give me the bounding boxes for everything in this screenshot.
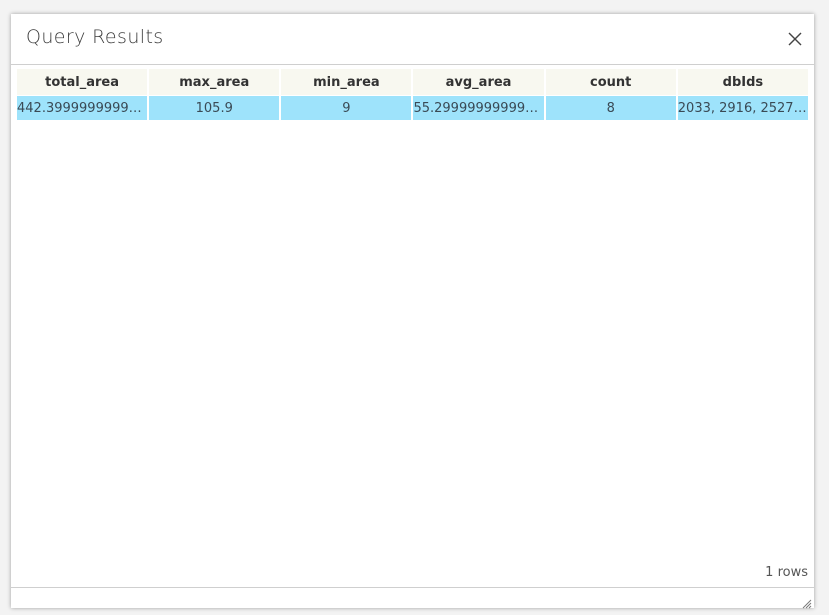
cell-max-area[interactable]: 105.9 bbox=[149, 95, 280, 120]
query-results-dialog: Query Results total_area max_area min_ar… bbox=[11, 14, 814, 609]
resize-grip-icon[interactable] bbox=[800, 594, 812, 609]
cell-avg-area[interactable]: 55.299999999999997 bbox=[413, 95, 544, 120]
column-header-total-area[interactable]: total_area bbox=[17, 69, 148, 95]
column-header-avg-area[interactable]: avg_area bbox=[413, 69, 544, 95]
dialog-titlebar[interactable]: Query Results bbox=[11, 14, 814, 65]
column-header-dbids[interactable]: dbIds bbox=[677, 69, 808, 95]
column-header-min-area[interactable]: min_area bbox=[281, 69, 412, 95]
row-count-label: 1 rows bbox=[765, 565, 808, 580]
dialog-title: Query Results bbox=[26, 26, 164, 48]
table-header-row: total_area max_area min_area avg_area co… bbox=[17, 69, 808, 95]
table-row[interactable]: 442.39999999999998 105.9 9 55.2999999999… bbox=[17, 95, 808, 120]
column-header-count[interactable]: count bbox=[545, 69, 676, 95]
close-icon[interactable] bbox=[786, 30, 804, 48]
dialog-footer bbox=[11, 587, 814, 609]
column-header-max-area[interactable]: max_area bbox=[149, 69, 280, 95]
cell-count[interactable]: 8 bbox=[545, 95, 676, 120]
cell-dbids[interactable]: 2033, 2916, 2527, 2... bbox=[677, 95, 808, 120]
cell-min-area[interactable]: 9 bbox=[281, 95, 412, 120]
results-table-container: total_area max_area min_area avg_area co… bbox=[17, 69, 808, 120]
cell-total-area[interactable]: 442.39999999999998 bbox=[17, 95, 148, 120]
results-table: total_area max_area min_area avg_area co… bbox=[15, 69, 810, 120]
